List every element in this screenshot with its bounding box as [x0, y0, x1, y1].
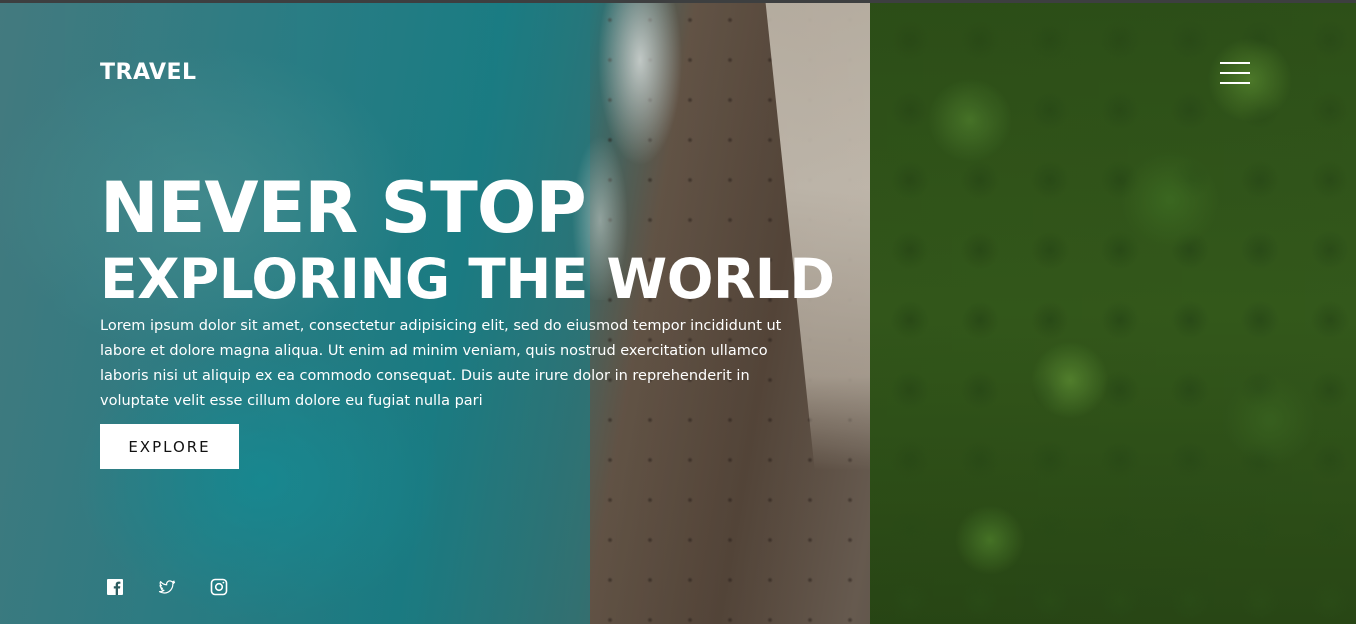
facebook-icon[interactable]: [106, 578, 124, 596]
hero-content: NEVER STOP EXPLORING THE WORLD Lorem ips…: [100, 168, 860, 469]
instagram-icon[interactable]: [210, 578, 228, 596]
hamburger-menu-icon[interactable]: [1220, 62, 1252, 86]
hero-section: TRAVEL NEVER STOP EXPLORING THE WORLD Lo…: [0, 0, 1356, 624]
menu-bar: [1220, 72, 1250, 74]
explore-button[interactable]: EXPLORE: [100, 424, 239, 469]
hero-title-line2: EXPLORING THE WORLD: [100, 247, 835, 311]
top-border: [0, 0, 1356, 3]
menu-bar: [1220, 82, 1250, 84]
brand-logo[interactable]: TRAVEL: [100, 60, 197, 85]
menu-bar: [1220, 62, 1250, 64]
hero-description: Lorem ipsum dolor sit amet, consectetur …: [100, 318, 782, 409]
twitter-icon[interactable]: [158, 578, 176, 596]
hero-title-line1: NEVER STOP: [100, 167, 587, 249]
social-links: [106, 578, 228, 596]
